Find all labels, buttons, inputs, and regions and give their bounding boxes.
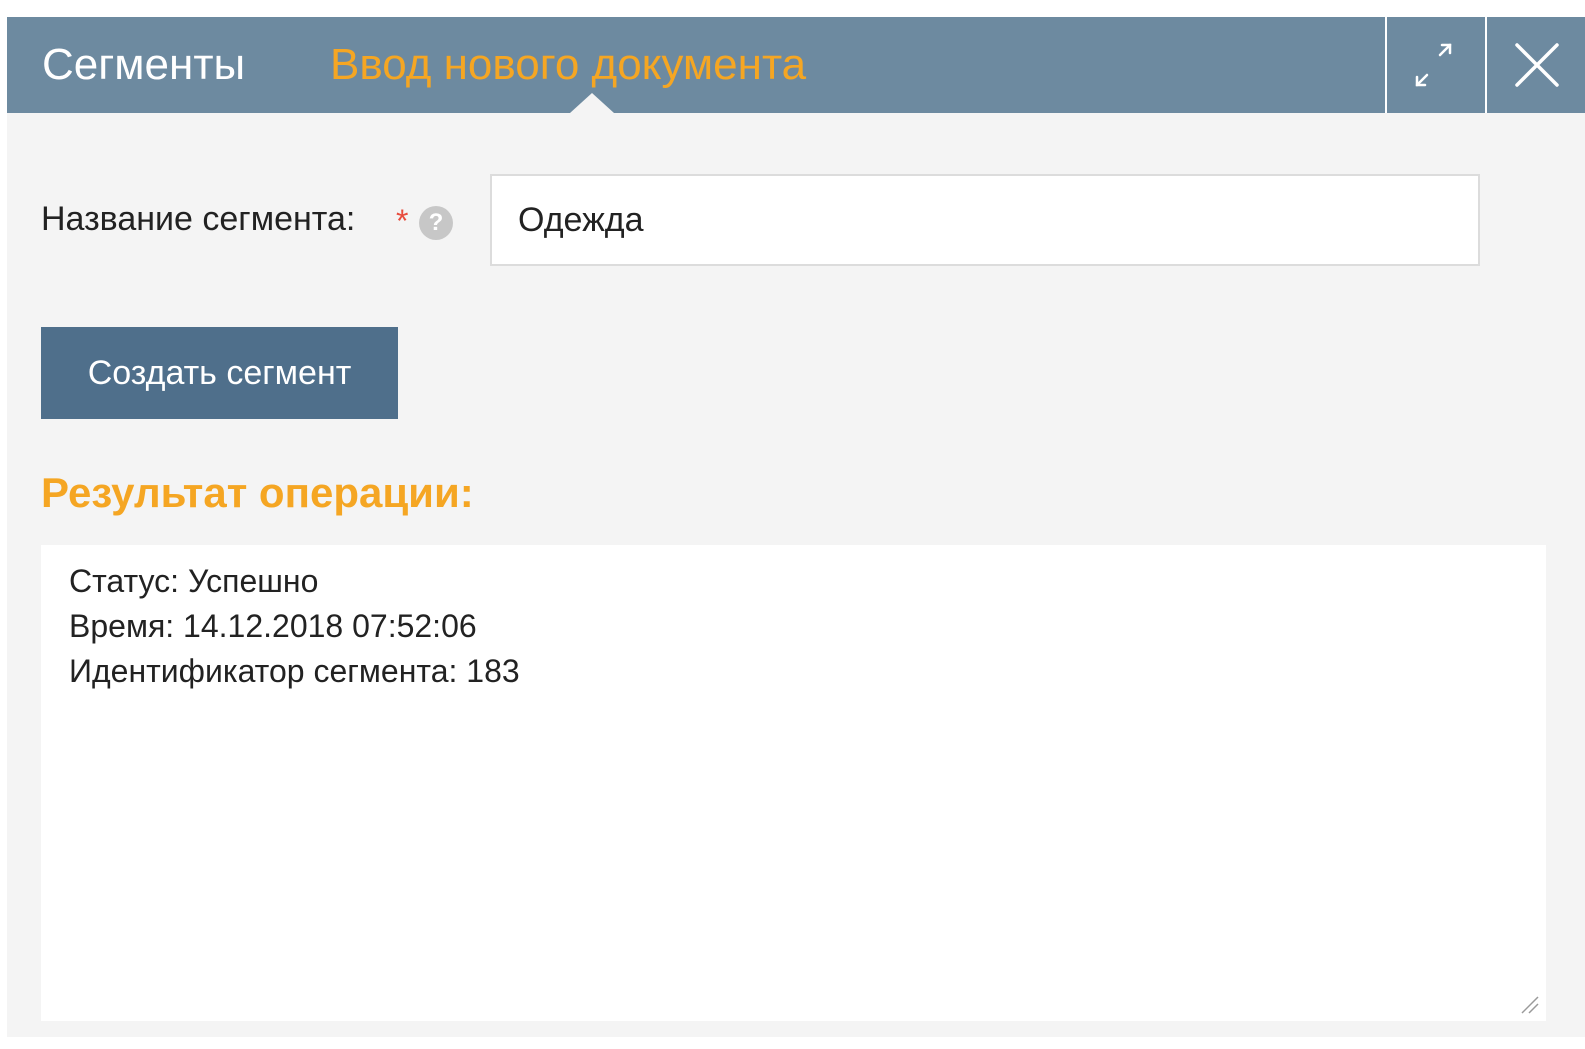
title-bar: Сегменты Ввод нового документа: [7, 17, 1585, 113]
segment-name-input[interactable]: [490, 174, 1480, 266]
create-segment-button[interactable]: Создать сегмент: [41, 327, 398, 419]
result-heading: Результат операции:: [41, 469, 474, 516]
tab-segments[interactable]: Сегменты: [42, 37, 245, 93]
segment-name-label: Название сегмента:: [41, 200, 356, 238]
close-icon: [1515, 43, 1559, 87]
result-segment-id-line: Идентификатор сегмента: 183: [69, 653, 520, 689]
expand-icon: [1415, 43, 1452, 87]
result-time-line: Время: 14.12.2018 07:52:06: [69, 608, 477, 644]
tab-new-document[interactable]: Ввод нового документа: [330, 37, 806, 93]
maximize-button[interactable]: [1385, 17, 1485, 113]
result-status-line: Статус: Успешно: [69, 563, 319, 599]
dialog-window: Сегменты Ввод нового документа Название …: [7, 17, 1585, 1037]
result-textarea[interactable]: Статус: Успешно Время: 14.12.2018 07:52:…: [41, 545, 1546, 1021]
close-button[interactable]: [1485, 17, 1585, 113]
active-tab-pointer: [570, 93, 614, 113]
result-text: Статус: Успешно Время: 14.12.2018 07:52:…: [69, 559, 520, 694]
resize-handle-icon[interactable]: [1518, 993, 1540, 1015]
required-marker: *: [396, 203, 409, 239]
help-icon[interactable]: ?: [419, 206, 453, 240]
